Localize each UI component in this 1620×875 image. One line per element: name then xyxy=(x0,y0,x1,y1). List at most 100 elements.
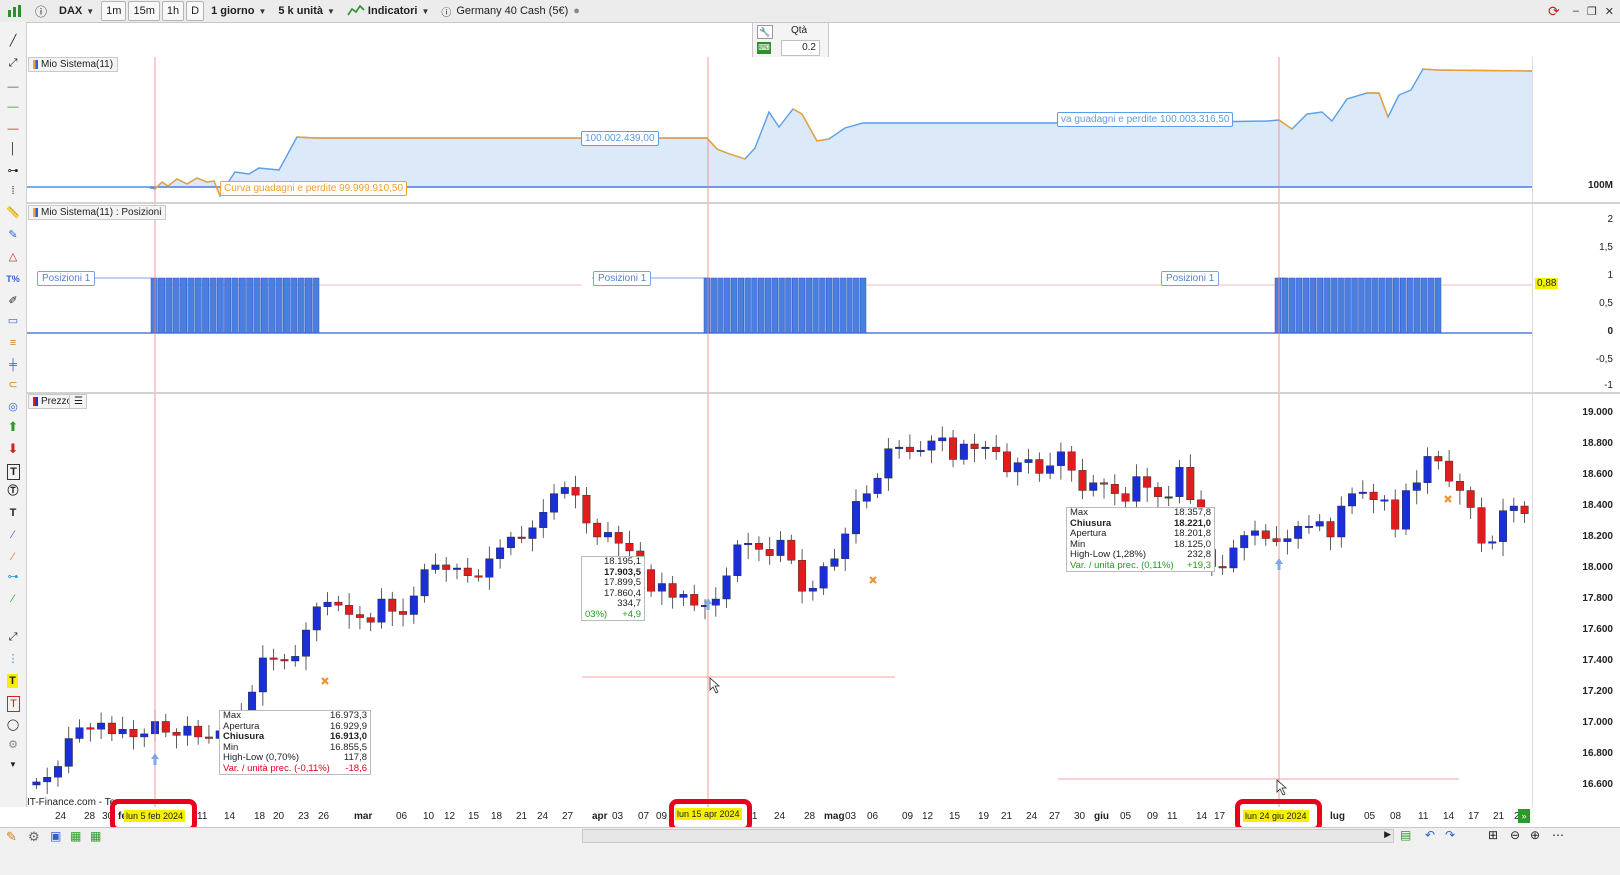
text-tool-icon[interactable]: T xyxy=(7,464,20,480)
channel-tool-icon[interactable]: ╪ xyxy=(5,358,21,372)
undo-icon[interactable]: ↶ xyxy=(1425,828,1435,842)
magnet-icon[interactable]: ⚙ xyxy=(5,738,21,752)
positions-panel-label[interactable]: Mio Sistema(11) : Posizioni xyxy=(28,205,167,220)
candle xyxy=(1035,459,1044,474)
line-tool-icon[interactable]: ╱ xyxy=(5,34,21,48)
link-tool-icon[interactable]: ⊶ xyxy=(5,570,21,584)
scroll-to-end-icon[interactable]: » xyxy=(1518,809,1530,823)
keyboard-icon[interactable]: ⌨ xyxy=(757,42,771,54)
vertical-tool-icon[interactable]: ⋮ xyxy=(5,652,21,666)
vertical-line-icon[interactable]: │ xyxy=(5,142,21,156)
zoom-fit-icon[interactable]: ⊞ xyxy=(1488,828,1498,842)
ruler-icon[interactable]: 📏 xyxy=(5,206,21,220)
close-icon[interactable]: ✕ xyxy=(1605,5,1614,18)
timeframe-1m[interactable]: 1m xyxy=(101,1,127,21)
triangle-tool-icon[interactable]: △ xyxy=(5,250,21,264)
text-settings-icon[interactable]: T xyxy=(5,506,21,520)
eraser-icon[interactable]: ✐ xyxy=(5,294,21,308)
chart-type-icon[interactable] xyxy=(2,1,28,21)
percent-tool-icon[interactable]: T% xyxy=(5,272,21,286)
indicators-button[interactable]: Indicatori ▼ xyxy=(342,1,434,21)
ray-tool-icon[interactable]: ⊶ xyxy=(5,164,21,178)
pencil-tool-icon[interactable]: ⁄ xyxy=(5,550,21,564)
candle xyxy=(1153,487,1162,497)
list-icon[interactable]: ☰ xyxy=(69,394,87,409)
candle xyxy=(830,558,839,567)
chat-icon[interactable]: ▣ xyxy=(50,829,61,843)
refresh-icon[interactable]: ⟳ xyxy=(1543,1,1565,21)
equity-label-3: va guadagni e perdite 100.003.316,50 xyxy=(1057,112,1234,127)
symbol-selector[interactable]: DAX ▼ xyxy=(54,1,99,21)
chevron-down-icon: ▼ xyxy=(327,6,335,16)
equity-panel-label[interactable]: Mio Sistema(11) xyxy=(28,57,119,72)
arrow-down-icon[interactable]: ⬇ xyxy=(5,442,21,456)
node-tool-icon[interactable]: ⁞ xyxy=(5,184,21,198)
units-selector[interactable]: 5 k unità ▼ xyxy=(273,1,340,21)
candle xyxy=(302,629,310,657)
highlight-text-icon[interactable]: T xyxy=(7,674,18,688)
candle xyxy=(204,736,213,739)
fibonacci-icon[interactable]: ≡ xyxy=(5,336,21,350)
table-icon[interactable]: ▦ xyxy=(90,829,101,843)
tooltip-row: High-Low (0,70%) 117,8 xyxy=(220,752,370,764)
candle xyxy=(808,587,817,592)
restore-icon[interactable]: ❐ xyxy=(1587,5,1597,18)
candle xyxy=(506,536,515,549)
horizontal-green-icon[interactable]: ― xyxy=(5,100,21,114)
callout-tool-icon[interactable]: ◯ xyxy=(5,718,21,732)
date-tick: 14 xyxy=(224,811,236,822)
candle xyxy=(593,522,602,538)
rectangle-tool-icon[interactable]: ▭ xyxy=(5,314,21,328)
position-bar xyxy=(172,277,180,334)
text-circle-icon[interactable]: Ⓣ xyxy=(5,484,21,498)
trend-tool-icon[interactable]: ⁄ xyxy=(5,592,21,606)
tools-icon[interactable]: ⚙ xyxy=(28,829,40,845)
position-bar xyxy=(1351,277,1358,334)
brush-tool-icon[interactable]: ⁄ xyxy=(5,528,21,542)
wrench-icon[interactable]: 🔧 xyxy=(757,25,773,39)
candle xyxy=(1509,505,1518,511)
position-bar xyxy=(1386,277,1393,334)
chart-icon[interactable]: ▤ xyxy=(1400,828,1411,842)
position-bar xyxy=(297,277,305,334)
target-tool-icon[interactable]: ◎ xyxy=(5,400,21,414)
period-selector[interactable]: 1 giorno ▼ xyxy=(206,1,271,21)
pencil-icon[interactable]: ✎ xyxy=(6,829,17,845)
redo-icon[interactable]: ↷ xyxy=(1445,828,1455,842)
timeframe-d[interactable]: D xyxy=(186,1,205,21)
timeframe-1h[interactable]: 1h xyxy=(161,1,185,21)
pen-tool-icon[interactable]: ✎ xyxy=(5,228,21,242)
segment-tool-icon[interactable]: ⤢ xyxy=(5,56,21,70)
horizontal-scrollbar[interactable]: ▶ xyxy=(582,829,1394,843)
arrow-up-icon[interactable]: ⬆ xyxy=(5,420,21,434)
candle xyxy=(32,781,41,786)
zoom-in-icon[interactable]: ⊕ xyxy=(1530,828,1540,842)
minimize-icon[interactable]: – xyxy=(1573,5,1579,17)
settings-icon[interactable]: ⋯ xyxy=(1552,828,1564,842)
zoom-out-icon[interactable]: ⊖ xyxy=(1510,828,1520,842)
info-icon[interactable]: ⓘ xyxy=(30,1,52,21)
position-bar xyxy=(1330,277,1337,334)
timeframe-15m[interactable]: 15m xyxy=(128,1,160,21)
ellipse-tool-icon[interactable]: ⊂ xyxy=(5,378,21,392)
qty-input[interactable]: 0.2 xyxy=(781,40,820,56)
candle xyxy=(453,567,461,570)
instrument-info[interactable]: ⓘ Germany 40 Cash (5€) ● xyxy=(436,1,585,21)
scroll-right-icon[interactable]: ▶ xyxy=(1384,829,1391,840)
price-axis-tick: 17.800 xyxy=(1582,593,1613,604)
red-text-icon[interactable]: T xyxy=(7,696,20,712)
horizontal-line-icon[interactable]: ― xyxy=(5,80,21,94)
chevron-down-icon[interactable]: ▼ xyxy=(5,758,21,772)
tooltip-value: -18,6 xyxy=(345,762,367,774)
segment2-tool-icon[interactable]: ⤢ xyxy=(5,630,21,644)
candle xyxy=(949,437,958,460)
position-bar xyxy=(1393,277,1400,334)
candle xyxy=(334,601,343,606)
grid-icon[interactable]: ▦ xyxy=(70,829,81,843)
position-bar xyxy=(846,277,853,334)
date-tick: lug xyxy=(1330,811,1345,822)
position-bar xyxy=(737,277,744,334)
candle xyxy=(1261,530,1270,539)
candle xyxy=(463,567,472,576)
horizontal-red-icon[interactable]: ― xyxy=(5,122,21,136)
